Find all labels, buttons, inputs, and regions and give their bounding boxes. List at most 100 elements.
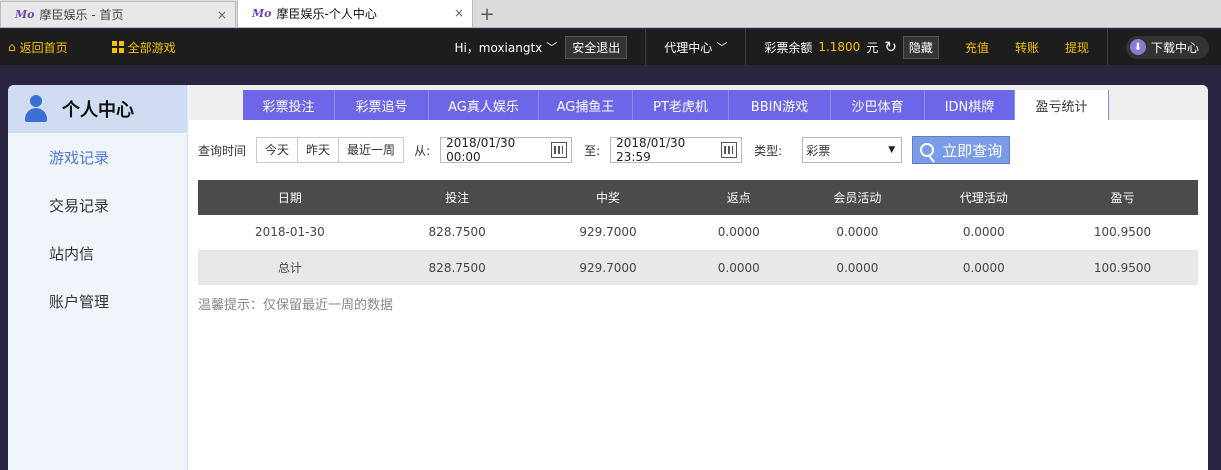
hide-balance-button[interactable]: 隐藏 xyxy=(902,35,939,59)
close-icon[interactable]: × xyxy=(217,8,227,22)
table-header-row: 日期 投注 中奖 返点 会员活动 代理活动 盈亏 xyxy=(198,180,1198,215)
site-favicon-icon: Mo xyxy=(252,7,272,20)
type-label: 类型: xyxy=(754,143,783,158)
table-cell: 总计 xyxy=(198,250,382,285)
sidebar: 个人中心 游戏记录 交易记录 站内信 账户管理 xyxy=(8,85,188,470)
tab-saba-sports[interactable]: 沙巴体育 xyxy=(831,90,925,120)
agent-center-menu[interactable]: 代理中心 ﹀ xyxy=(664,29,727,65)
recharge-link[interactable]: 充值 xyxy=(965,29,989,65)
table-cell: 100.9500 xyxy=(1047,250,1198,285)
chevron-down-icon: ﹀ xyxy=(546,41,558,54)
currency-label: 元 xyxy=(866,40,879,55)
quick-last-week-button[interactable]: 最近一周 xyxy=(339,138,404,162)
query-time-label: 查询时间 xyxy=(198,143,247,158)
site-favicon-icon: Mo xyxy=(15,8,35,21)
tab-pt-slots[interactable]: PT老虎机 xyxy=(633,90,729,120)
download-center-button[interactable]: ⬇ 下载中心 xyxy=(1125,35,1209,59)
type-select-value: 彩票 xyxy=(806,143,831,158)
user-greeting: Hi，moxiangtx xyxy=(454,40,543,55)
sidebar-item-transaction-records[interactable]: 交易记录 xyxy=(8,181,187,229)
home-link[interactable]: ⌂ 返回首页 xyxy=(8,29,68,65)
browser-tab-label: 摩臣娱乐 - 首页 xyxy=(39,8,124,22)
tab-ag-live[interactable]: AG真人娱乐 xyxy=(429,90,539,120)
notice-text: 温馨提示：仅保留最近一周的数据 xyxy=(198,298,394,313)
chevron-down-icon: ﹀ xyxy=(716,41,728,54)
browser-tab-personal-center[interactable]: Mo 摩臣娱乐-个人中心 × xyxy=(237,0,473,27)
divider xyxy=(1106,29,1108,65)
col-winnings: 中奖 xyxy=(532,180,684,215)
all-games-link[interactable]: 全部游戏 xyxy=(111,29,176,65)
table-cell: 929.7000 xyxy=(532,215,684,251)
divider xyxy=(745,29,747,65)
col-member-activity: 会员活动 xyxy=(794,180,921,215)
profit-loss-table: 日期 投注 中奖 返点 会员活动 代理活动 盈亏 2018-01-30 828.… xyxy=(198,180,1198,285)
table-cell: 0.0000 xyxy=(920,215,1048,251)
table-cell: 929.7000 xyxy=(532,250,684,285)
sidebar-title: 个人中心 xyxy=(62,100,134,121)
home-icon: ⌂ xyxy=(8,40,16,54)
calendar-icon[interactable] xyxy=(551,142,568,158)
table-cell: 0.0000 xyxy=(920,250,1048,285)
personal-center-panel: 个人中心 游戏记录 交易记录 站内信 账户管理 彩票投注 彩票追号 AG真人娱乐… xyxy=(8,85,1208,470)
end-date-value: 2018/01/30 23:59 xyxy=(616,136,686,164)
table-cell: 2018-01-30 xyxy=(198,215,382,251)
tab-lottery-chase[interactable]: 彩票追号 xyxy=(335,90,429,120)
sidebar-header: 个人中心 xyxy=(8,85,187,133)
user-icon xyxy=(24,95,48,123)
col-bets: 投注 xyxy=(381,180,533,215)
browser-tab-home[interactable]: Mo 摩臣娱乐 - 首页 × xyxy=(0,1,236,27)
search-button-label: 立即查询 xyxy=(942,141,1003,160)
new-tab-button[interactable]: + xyxy=(474,1,500,27)
download-icon: ⬇ xyxy=(1129,39,1146,55)
site-topbar: ⌂ 返回首页 全部游戏 Hi，moxiangtx ﹀ 安全退出 代理中心 ﹀ 彩… xyxy=(0,29,1221,65)
sidebar-item-account[interactable]: 账户管理 xyxy=(8,277,187,325)
table-cell: 0.0000 xyxy=(683,215,795,251)
browser-tabstrip: Mo 摩臣娱乐 - 首页 × Mo 摩臣娱乐-个人中心 × + xyxy=(0,0,1221,28)
col-agent-activity: 代理活动 xyxy=(920,180,1048,215)
end-date-input[interactable]: 2018/01/30 23:59 xyxy=(610,136,743,164)
table-cell: 0.0000 xyxy=(794,250,921,285)
to-label: 至: xyxy=(584,143,601,158)
sidebar-item-game-records[interactable]: 游戏记录 xyxy=(8,133,187,181)
logout-button[interactable]: 安全退出 xyxy=(565,35,628,59)
content-area: 彩票投注 彩票追号 AG真人娱乐 AG捕鱼王 PT老虎机 BBIN游戏 沙巴体育… xyxy=(189,85,1208,470)
download-center-label: 下载中心 xyxy=(1150,40,1199,55)
tab-profit-loss[interactable]: 盈亏统计 xyxy=(1015,90,1109,120)
table-cell: 100.9500 xyxy=(1047,215,1198,251)
table-cell: 828.7500 xyxy=(381,250,533,285)
start-date-input[interactable]: 2018/01/30 00:00 xyxy=(440,136,573,164)
refresh-icon[interactable]: ↻ xyxy=(884,38,897,56)
table-total-row: 总计 828.7500 929.7000 0.0000 0.0000 0.000… xyxy=(198,250,1198,285)
search-icon xyxy=(920,143,935,157)
col-profit-loss: 盈亏 xyxy=(1047,180,1198,215)
table-cell: 0.0000 xyxy=(794,215,921,251)
search-button[interactable]: 立即查询 xyxy=(912,136,1011,164)
all-games-label: 全部游戏 xyxy=(127,40,176,55)
tab-idn-poker[interactable]: IDN棋牌 xyxy=(925,90,1015,120)
quick-range-group: 今天 昨天 最近一周 xyxy=(256,137,405,163)
quick-yesterday-button[interactable]: 昨天 xyxy=(298,138,340,162)
tab-lottery-bets[interactable]: 彩票投注 xyxy=(243,90,335,120)
start-date-value: 2018/01/30 00:00 xyxy=(446,136,516,164)
dropdown-arrow-icon: ▼ xyxy=(888,145,896,155)
type-select[interactable]: 彩票 ▼ xyxy=(802,137,903,163)
game-tabs: 彩票投注 彩票追号 AG真人娱乐 AG捕鱼王 PT老虎机 BBIN游戏 沙巴体育… xyxy=(189,85,1208,120)
tab-ag-fishing[interactable]: AG捕鱼王 xyxy=(539,90,633,120)
balance-value: 1.1800 xyxy=(818,40,861,54)
tab-bbin[interactable]: BBIN游戏 xyxy=(729,90,831,120)
grid-icon xyxy=(111,41,124,53)
calendar-icon[interactable] xyxy=(721,142,738,158)
withdraw-link[interactable]: 提现 xyxy=(1065,29,1089,65)
close-icon[interactable]: × xyxy=(454,6,464,20)
table-cell: 828.7500 xyxy=(381,215,533,251)
quick-today-button[interactable]: 今天 xyxy=(257,138,299,162)
home-link-label: 返回首页 xyxy=(19,40,68,55)
table-row: 2018-01-30 828.7500 929.7000 0.0000 0.00… xyxy=(198,215,1198,251)
transfer-link[interactable]: 转账 xyxy=(1015,29,1039,65)
col-date: 日期 xyxy=(198,180,382,215)
sidebar-item-messages[interactable]: 站内信 xyxy=(8,229,187,277)
query-bar: 查询时间 今天 昨天 最近一周 从: 2018/01/30 00:00 至: 2… xyxy=(198,136,1011,164)
user-menu[interactable]: Hi，moxiangtx ﹀ xyxy=(454,29,557,65)
agent-center-label: 代理中心 xyxy=(664,40,713,55)
balance-label: 彩票余额 xyxy=(764,40,813,55)
